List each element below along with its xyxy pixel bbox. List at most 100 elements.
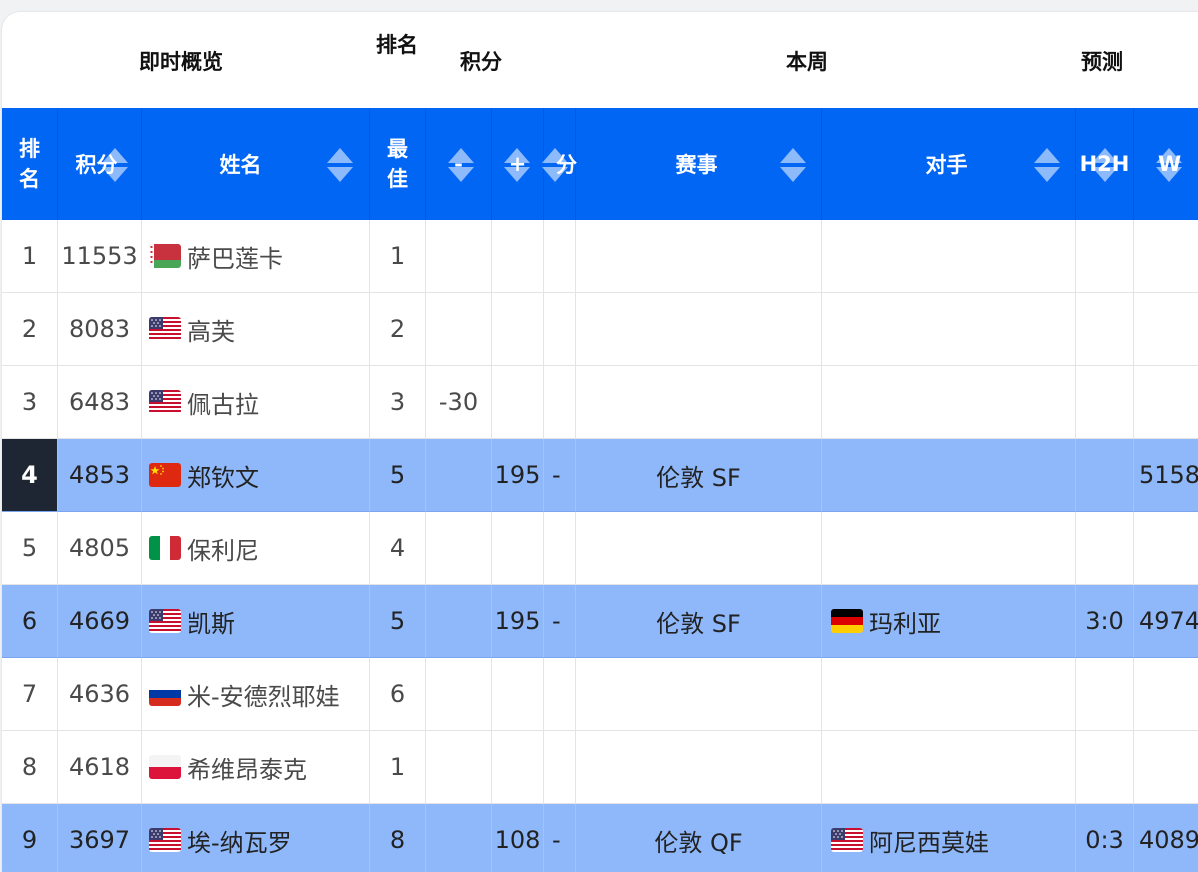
cell-w: 4974 [1134,585,1198,658]
cell-pts [544,658,576,731]
cell-name-text: 米-安德烈耶娃 [187,682,340,711]
sort-arrows-icon[interactable] [327,148,353,182]
column-header-opponent[interactable]: 对手 [822,108,1076,220]
cell-opponent-text: 阿尼西莫娃 [869,828,989,857]
cell-opponent [822,731,1076,804]
column-header-event[interactable]: 赛事 [576,108,822,220]
sort-arrows-icon[interactable] [1034,148,1060,182]
cell-opponent [822,220,1076,293]
usa-flag-icon [831,828,863,852]
column-header-best[interactable]: 最佳 [370,108,426,220]
cell-name-text: 佩古拉 [187,390,259,419]
cell-name: 保利尼 [142,512,370,585]
cell-rank-text: 4 [21,461,38,489]
cell-best-text: 5 [389,461,406,489]
cell-plus [492,512,544,585]
cell-name: 萨巴莲卡 [142,220,370,293]
usa-flag-icon [149,828,181,852]
column-header-minus[interactable]: - [426,108,492,220]
group-header-forecast: 预测 [1081,50,1123,74]
group-header-points: 积分 [460,50,502,74]
cell-h2h: 0:3 [1076,804,1134,872]
cell-w [1134,658,1198,731]
cell-plus [492,658,544,731]
table-row[interactable]: 9 3697 埃-纳瓦罗 8 108- 伦敦 QF 阿尼西莫娃 0:3 4089 [2,804,1198,872]
cell-best: 8 [370,804,426,872]
sort-arrows-icon[interactable] [1092,148,1118,182]
table-row[interactable]: 6 4669 凯斯 5 195- 伦敦 SF 玛利亚 3:0 4974 [2,585,1198,658]
sort-arrows-icon[interactable] [102,148,128,182]
cell-w-text: 4089 [1139,826,1198,854]
cell-best-text: 3 [389,388,406,416]
cell-event: 伦敦 SF [576,439,822,512]
cell-event [576,731,822,804]
cell-points: 8083 [58,293,142,366]
rankings-table-card: 即时概览 排名 积分 本周 预测 排名 积分 姓名 最佳 - + 分 赛事 对手… [2,12,1198,872]
cell-name-text: 保利尼 [187,536,259,565]
cell-rank: 9 [2,804,58,872]
cell-points: 4805 [58,512,142,585]
cell-plus-text: 108 [494,826,541,854]
table-row[interactable]: 4 4853 郑钦文 5 195- 伦敦 SF 5158 [2,439,1198,512]
cell-points-text: 8083 [68,315,131,343]
cell-opponent [822,293,1076,366]
table-row[interactable]: 7 4636 米-安德烈耶娃 6 [2,658,1198,731]
cell-plus: 195 [492,585,544,658]
cell-rank: 4 [2,439,58,512]
cell-minus [426,585,492,658]
usa-flag-icon [149,390,181,414]
column-header-pts[interactable]: 分 [542,108,577,220]
table-row[interactable]: 3 6483 佩古拉 3 -30 [2,366,1198,439]
china-flag-icon [149,463,181,487]
table-row[interactable]: 2 8083 高芙 2 [2,293,1198,366]
cell-w-text: 5158 [1139,461,1198,489]
sort-arrows-icon[interactable] [780,148,806,182]
cell-pts: - [544,804,576,872]
cell-points-text: 6483 [68,388,131,416]
cell-name: 佩古拉 [142,366,370,439]
sort-arrows-icon[interactable] [1156,148,1182,182]
cell-plus-text: 195 [494,607,541,635]
cell-h2h [1076,220,1134,293]
cell-opponent-text: 玛利亚 [869,609,941,638]
column-header-name[interactable]: 姓名 [142,108,370,220]
cell-points-text: 3697 [68,826,131,854]
poland-flag-icon [149,755,181,779]
cell-minus [426,512,492,585]
cell-pts [544,366,576,439]
column-header-plus[interactable]: + [492,108,544,220]
sort-arrows-icon[interactable] [448,148,474,182]
table-row[interactable]: 8 4618 希维昂泰克 1 [2,731,1198,804]
cell-event-text: 伦敦 QF [654,828,743,857]
table-row[interactable]: 1 11553 萨巴莲卡 1 [2,220,1198,293]
cell-w: 4089 [1134,804,1198,872]
cell-rank-text: 6 [21,607,38,635]
cell-plus [492,293,544,366]
cell-rank-text: 1 [21,242,38,270]
cell-event: 伦敦 SF [576,585,822,658]
cell-best: 4 [370,512,426,585]
cell-h2h [1076,293,1134,366]
cell-minus [426,658,492,731]
table-row[interactable]: 5 4805 保利尼 4 [2,512,1198,585]
cell-plus: 108 [492,804,544,872]
column-header-h2h[interactable]: H2H [1076,108,1134,220]
cell-w [1134,220,1198,293]
column-header-points[interactable]: 积分 [58,108,142,220]
cell-minus-text: -30 [438,388,479,416]
cell-rank: 7 [2,658,58,731]
cell-opponent [822,512,1076,585]
cell-best: 3 [370,366,426,439]
sort-arrows-icon[interactable] [504,148,530,182]
sort-arrows-icon[interactable] [542,148,568,182]
column-header-rank[interactable]: 排名 [2,108,58,220]
cell-points-text: 4636 [68,680,131,708]
cell-points: 4618 [58,731,142,804]
cell-event-text: 伦敦 SF [656,609,741,638]
cell-best-text: 5 [389,607,406,635]
cell-best-text: 2 [389,315,406,343]
column-header-w[interactable]: W [1134,108,1198,220]
cell-best-text: 1 [389,242,406,270]
cell-pts [544,512,576,585]
cell-h2h [1076,658,1134,731]
